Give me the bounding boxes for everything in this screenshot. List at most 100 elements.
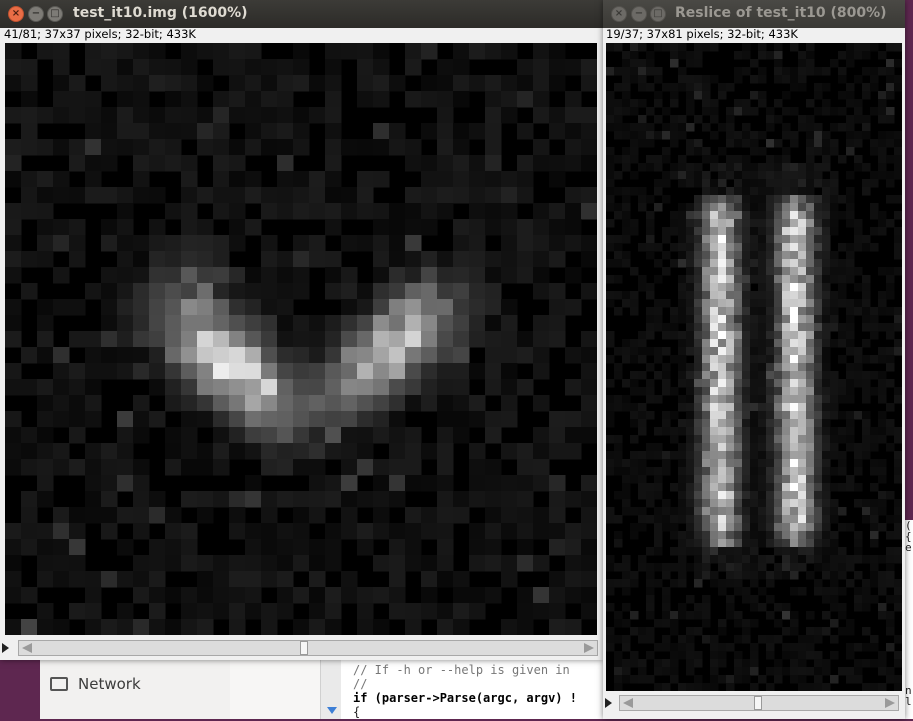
pixel xyxy=(517,459,534,476)
pixel xyxy=(862,131,871,140)
pixel xyxy=(501,331,518,348)
pixel xyxy=(101,507,118,524)
pixel xyxy=(662,363,671,372)
pixel xyxy=(261,235,278,252)
pixel xyxy=(373,411,390,428)
pixel xyxy=(261,411,278,428)
fold-arrow-icon[interactable] xyxy=(327,707,337,714)
pixel xyxy=(622,123,631,132)
pixel xyxy=(421,443,438,460)
close-icon[interactable]: × xyxy=(611,6,627,22)
maximize-icon[interactable]: □ xyxy=(650,6,666,22)
pixel xyxy=(758,523,767,532)
pixel xyxy=(149,571,166,588)
pixel xyxy=(710,347,719,356)
pixel xyxy=(838,291,847,300)
pixel xyxy=(846,643,855,652)
pixel xyxy=(662,507,671,516)
pixel xyxy=(782,379,791,388)
arrow-right-icon[interactable] xyxy=(885,698,895,708)
pixel xyxy=(766,331,775,340)
pixel xyxy=(742,379,751,388)
pixel xyxy=(357,523,374,540)
pixel xyxy=(581,283,597,300)
pixel xyxy=(790,371,799,380)
arrow-left-icon[interactable] xyxy=(22,643,32,653)
pixel xyxy=(726,203,735,212)
pixel xyxy=(862,323,871,332)
pixel xyxy=(702,211,711,220)
maximize-icon[interactable]: □ xyxy=(47,6,63,22)
pixel xyxy=(437,443,454,460)
pixel xyxy=(734,555,743,564)
slice-slider[interactable] xyxy=(18,640,598,656)
pixel xyxy=(670,515,679,524)
pixel xyxy=(437,491,454,508)
image-canvas[interactable] xyxy=(606,43,902,691)
pixel xyxy=(710,507,719,516)
pixel xyxy=(702,499,711,508)
pixel xyxy=(718,219,727,228)
pixel xyxy=(694,203,703,212)
pixel xyxy=(790,75,799,84)
pixel xyxy=(277,427,294,444)
pixel xyxy=(830,531,839,540)
slider-thumb[interactable] xyxy=(753,696,762,710)
pixel xyxy=(5,587,22,604)
code-text[interactable]: // If -h or --help is given in // if (pa… xyxy=(353,663,577,719)
pixel xyxy=(838,355,847,364)
pixel xyxy=(670,451,679,460)
pixel xyxy=(814,387,823,396)
pixel xyxy=(758,435,767,444)
pixel xyxy=(742,547,751,556)
pixel xyxy=(806,627,815,636)
titlebar[interactable]: × − □ test_it10.img (1600%) xyxy=(0,0,603,28)
pixel xyxy=(517,251,534,268)
pixel xyxy=(373,363,390,380)
image-window[interactable]: × − □ test_it10.img (1600%) 41/81; 37x37… xyxy=(0,0,603,660)
pixel xyxy=(21,107,38,124)
pixel xyxy=(766,539,775,548)
pixel xyxy=(662,251,671,260)
pixel xyxy=(886,379,895,388)
pixel xyxy=(718,267,727,276)
pixel xyxy=(293,283,310,300)
pixel xyxy=(517,75,534,92)
slider-thumb[interactable] xyxy=(299,641,308,655)
pixel xyxy=(517,267,534,284)
minimize-icon[interactable]: − xyxy=(631,6,647,22)
pixel xyxy=(213,155,230,172)
close-icon[interactable]: × xyxy=(8,6,24,22)
arrow-left-icon[interactable] xyxy=(623,698,633,708)
pixel xyxy=(469,555,486,572)
minimize-icon[interactable]: − xyxy=(28,6,44,22)
pixel xyxy=(181,427,198,444)
terminal-char xyxy=(905,652,913,663)
reslice-window[interactable]: × − □ Reslice of test_it10 (800%) 19/37;… xyxy=(603,0,905,719)
pixel xyxy=(766,403,775,412)
pixel xyxy=(862,115,871,124)
pixel xyxy=(437,395,454,412)
titlebar[interactable]: × − □ Reslice of test_it10 (800%) xyxy=(603,0,905,28)
pixel xyxy=(469,155,486,172)
slice-slider[interactable] xyxy=(619,695,899,711)
pixel xyxy=(782,411,791,420)
image-canvas[interactable] xyxy=(5,43,597,635)
pixel xyxy=(766,291,775,300)
pixel xyxy=(870,427,879,436)
arrow-right-icon[interactable] xyxy=(584,643,594,653)
play-icon[interactable] xyxy=(2,643,9,653)
sidebar-item-network[interactable]: Network xyxy=(50,675,141,693)
pixel xyxy=(846,427,855,436)
pixel xyxy=(133,555,150,572)
pixel xyxy=(341,331,358,348)
pixel xyxy=(774,403,783,412)
pixel xyxy=(774,347,783,356)
play-icon[interactable] xyxy=(605,698,612,708)
pixel xyxy=(822,275,831,284)
pixel xyxy=(886,555,895,564)
pixel xyxy=(846,619,855,628)
pixel xyxy=(686,379,695,388)
pixel xyxy=(373,331,390,348)
code-editor[interactable]: // If -h or --help is given in // if (pa… xyxy=(320,655,603,719)
